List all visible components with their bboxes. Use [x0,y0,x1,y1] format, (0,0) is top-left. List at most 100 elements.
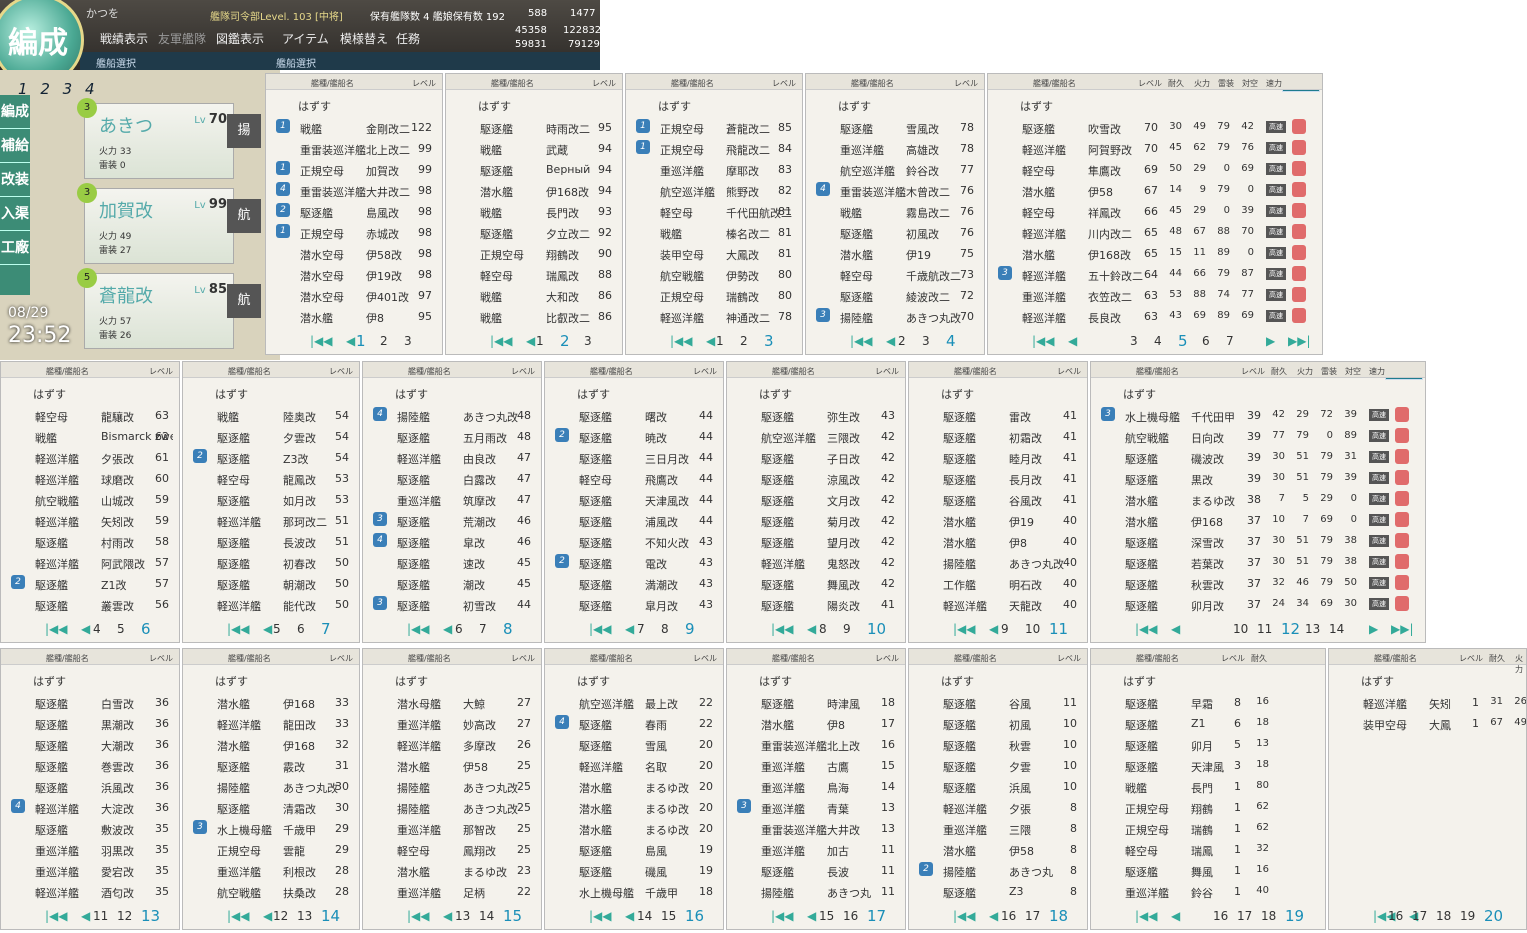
lock-icon[interactable] [1292,182,1306,197]
ship-row[interactable]: 揚陸艦 あきつ丸改 30 [183,776,359,797]
ship-row[interactable]: 軽空母 飛鷹改 44 [545,468,723,489]
ship-row[interactable]: 航空巡洋艦 熊野改 82 [626,180,802,201]
ship-row[interactable]: 戦艦 武蔵 94 [446,138,622,159]
ship-row[interactable]: 駆逐艦 朝潮改 50 [183,573,359,594]
page-number[interactable]: 19 [1460,909,1475,923]
ship-row[interactable]: 駆逐艦 弥生改 43 [727,405,905,426]
page-number[interactable]: 5 [273,622,281,636]
ship-row[interactable]: 駆逐艦 白雪改 36 [1,692,179,713]
ship-row[interactable]: 駆逐艦 睦月改 41 [909,447,1087,468]
ship-row[interactable]: 重巡洋艦 高雄改 78 [806,138,984,159]
ship-row[interactable]: 重雷装巡洋艦 北上改 16 [727,734,905,755]
first-page-icon[interactable]: |◀◀ [670,334,693,348]
prev-page-icon[interactable]: ◀ [1171,622,1180,636]
ship-row[interactable]: 航空戦艦 伊勢改 80 [626,264,802,285]
ship-row[interactable]: 揚陸艦 あきつ丸改 25 [363,797,541,818]
column-hp[interactable]: 耐久 [1168,78,1184,89]
ship-row[interactable]: 揚陸艦 あきつ丸改 25 [363,776,541,797]
first-page-icon[interactable]: |◀◀ [953,622,976,636]
menu-quests[interactable]: 任務 [396,30,420,47]
ship-row[interactable]: 2 駆逐艦 Z3改 54 [183,447,359,468]
column-type-name[interactable]: 艦種/艦船名 [1136,366,1179,377]
ship-row[interactable]: 揚陸艦 あきつ丸 11 [727,881,905,902]
ship-row[interactable]: 駆逐艦 満潮改 43 [545,573,723,594]
first-page-icon[interactable]: |◀◀ [45,909,68,923]
ship-row[interactable]: 潜水艦 伊168 32 [183,734,359,755]
first-page-icon[interactable]: |◀◀ [953,909,976,923]
ship-row[interactable]: 1 正規空母 赤城改 98 [266,222,442,243]
ship-row[interactable]: 駆逐艦 Верный 94 [446,159,622,180]
page-number[interactable]: 10 [1233,622,1248,636]
page-number[interactable]: 18 [1436,909,1451,923]
ship-row[interactable]: 軽巡洋艦 龍田改 33 [183,713,359,734]
column-type-name[interactable]: 艦種/艦船名 [954,366,997,377]
first-page-icon[interactable]: |◀◀ [227,909,250,923]
unset-option[interactable]: はずす [33,673,66,689]
column-type-name[interactable]: 艦種/艦船名 [491,78,534,89]
column-level[interactable]: レベル [693,653,717,664]
ship-row[interactable]: 戦艦 比叡改二 86 [446,306,622,327]
column-firepower[interactable]: 火力 [1297,366,1313,377]
unset-option[interactable]: はずす [1020,98,1053,114]
page-number[interactable]: 16 [843,909,858,923]
ship-row[interactable]: 駆逐艦 天津風 3 18 [1091,755,1325,776]
fleet-tab-3[interactable]: 3 [63,80,73,98]
ship-row[interactable]: 駆逐艦 秋雲改 37 32 46 79 50 高速 [1091,573,1425,594]
prev-page-icon[interactable]: ◀ [443,622,452,636]
ship-row[interactable]: 軽巡洋艦 阿賀野改 70 45 62 79 76 高速 [988,138,1322,159]
column-level[interactable]: レベル [149,653,173,664]
ship-row[interactable]: 駆逐艦 深雪改 37 30 51 79 38 高速 [1091,531,1425,552]
lock-icon[interactable] [1395,512,1409,527]
ship-row[interactable]: 3 水上機母艦 千代田甲 39 42 29 72 39 高速 [1091,405,1425,426]
unset-option[interactable]: はずす [759,673,792,689]
prev-page-icon[interactable]: ◀ [807,622,816,636]
ship-row[interactable]: 装甲空母 大鳳改 81 [626,243,802,264]
ship-row[interactable]: 重巡洋艦 妙高改 27 [363,713,541,734]
page-number[interactable]: 11 [1049,620,1068,638]
page-number[interactable]: 3 [404,334,412,348]
column-type-name[interactable]: 艦種/艦船名 [228,366,271,377]
lock-icon[interactable] [1395,533,1409,548]
lock-icon[interactable] [1395,470,1409,485]
ship-row[interactable]: 装甲空母 大鳳 1 67 49 [1329,713,1526,734]
ship-row[interactable]: 航空巡洋艦 鈴谷改 77 [806,159,984,180]
ship-row[interactable]: 駆逐艦 雪風改 78 [806,117,984,138]
ship-row[interactable]: 4 軽巡洋艦 大淀改 36 [1,797,179,818]
menu-records[interactable]: 戦績表示 [100,30,148,47]
next-page-icon[interactable]: ▶ [1369,622,1378,636]
lock-icon[interactable] [1292,308,1306,323]
ship-row[interactable]: 軽空母 龍驤改 63 [1,405,179,426]
page-number[interactable]: 2 [740,334,748,348]
ship-row[interactable]: 潜水母艦 大鯨 27 [363,692,541,713]
first-page-icon[interactable]: |◀◀ [227,622,250,636]
ship-row[interactable]: 潜水艦 伊58 67 14 9 79 0 高速 [988,180,1322,201]
ship-row[interactable]: 重巡洋艦 羽黒改 35 [1,839,179,860]
column-level[interactable]: レベル [149,366,173,377]
page-number[interactable]: 14 [637,909,652,923]
first-page-icon[interactable]: |◀◀ [1032,334,1055,348]
ship-row[interactable]: 重巡洋艦 筑摩改 47 [363,489,541,510]
ship-row[interactable]: 潜水空母 伊58改 98 [266,243,442,264]
ship-row[interactable]: 軽空母 龍鳳改 53 [183,468,359,489]
ship-row[interactable]: 2 駆逐艦 Z1改 57 [1,573,179,594]
ship-row[interactable]: 潜水空母 伊19改 98 [266,264,442,285]
ship-row[interactable]: 駆逐艦 長波 11 [727,860,905,881]
next-page-icon[interactable]: ▶ [1266,334,1275,348]
ship-row[interactable]: 駆逐艦 Z1 6 18 [1091,713,1325,734]
ship-row[interactable]: 駆逐艦 谷風改 41 [909,489,1087,510]
prev-page-icon[interactable]: ◀ [443,909,452,923]
column-type-name[interactable]: 艦種/艦船名 [1033,78,1076,89]
ship-row[interactable]: 潜水艦 まるゆ改 23 [363,860,541,881]
column-type-name[interactable]: 艦種/艦船名 [671,78,714,89]
page-number[interactable]: 3 [1130,334,1138,348]
ship-row[interactable]: 2 駆逐艦 暁改 44 [545,426,723,447]
ship-row[interactable]: 戦艦 榛名改二 81 [626,222,802,243]
ship-row[interactable]: 駆逐艦 村雨改 58 [1,531,179,552]
ship-row[interactable]: 揚陸艦 あきつ丸改 40 [909,552,1087,573]
first-page-icon[interactable]: |◀◀ [771,622,794,636]
page-number[interactable]: 3 [922,334,930,348]
first-page-icon[interactable]: |◀◀ [407,622,430,636]
page-number[interactable]: 3 [764,332,774,350]
unset-option[interactable]: はずす [1123,673,1156,689]
column-speed[interactable]: 速力 [1266,78,1282,89]
